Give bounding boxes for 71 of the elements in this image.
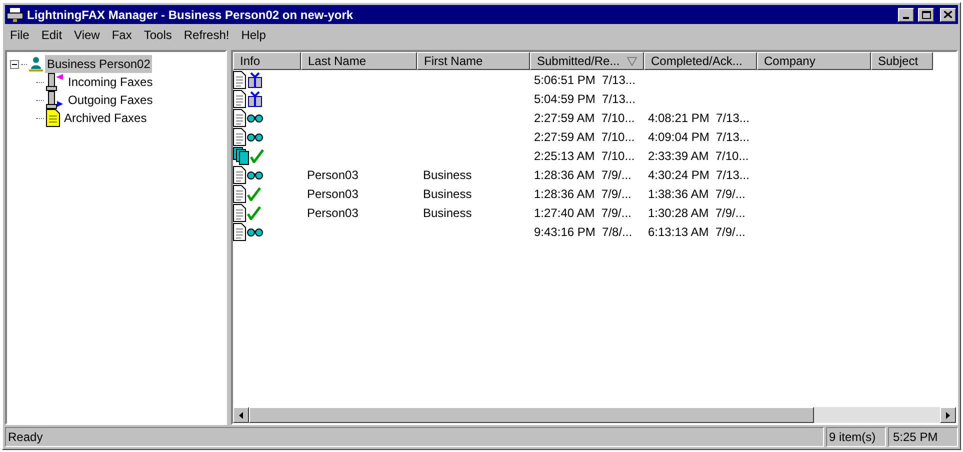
tree-item[interactable]: Outgoing Faxes [66, 91, 155, 109]
menu-item[interactable]: View [69, 26, 105, 44]
collapse-toggle[interactable] [10, 60, 19, 68]
menu-item[interactable]: Edit [36, 26, 68, 44]
column-header[interactable]: Subject [871, 52, 933, 70]
table-cell: Person03 [307, 168, 358, 182]
left-arrow-icon [239, 412, 243, 418]
table-cell: Business [423, 206, 472, 220]
tree-item[interactable]: Incoming Faxes [66, 73, 155, 91]
scroll-right-button[interactable] [940, 407, 956, 423]
glasses-icon [247, 170, 263, 180]
table-cell: Person03 [307, 206, 358, 220]
column-header[interactable]: Company [757, 52, 871, 70]
table-cell: 4:09:04 PM 7/13... [648, 130, 750, 144]
table-cell: Business [423, 168, 472, 182]
table-cell: 2:25:13 AM 7/10... [534, 148, 635, 162]
fax-outbox-icon [46, 91, 64, 109]
column-header[interactable]: Info [233, 52, 301, 70]
status-message: Ready [5, 427, 824, 447]
column-header[interactable]: Completed/Ack... [644, 52, 757, 70]
table-cell: Person03 [307, 186, 358, 200]
gift-icon [247, 72, 263, 88]
close-icon [944, 11, 952, 18]
scrollbar-thumb[interactable] [249, 407, 814, 423]
fax-inbox-icon [46, 73, 64, 91]
pages-icon [233, 146, 249, 164]
table-cell: 4:30:24 PM 7/13... [648, 168, 750, 182]
table-cell: 1:28:36 AM 7/9/... [534, 186, 632, 200]
menu-item[interactable]: Fax [106, 26, 137, 44]
glasses-icon [247, 112, 263, 122]
archive-document-icon [46, 109, 60, 127]
checkmark-icon [247, 206, 261, 220]
user-icon [29, 56, 43, 72]
table-cell: 1:28:36 AM 7/9/... [534, 168, 632, 182]
glasses-icon [247, 226, 263, 236]
column-header[interactable]: Submitted/Re... [530, 52, 644, 70]
table-cell: 1:38:36 AM 7/9/... [648, 186, 746, 200]
table-cell: 2:33:39 AM 7/10... [648, 148, 749, 162]
gift-icon [247, 90, 263, 106]
table-cell: 6:13:13 AM 7/9/... [648, 224, 746, 238]
minimize-button[interactable] [898, 8, 914, 22]
close-button[interactable] [940, 8, 956, 22]
table-cell: 1:27:40 AM 7/9/... [534, 206, 632, 220]
table-cell: 2:27:59 AM 7/10... [534, 110, 635, 124]
column-header[interactable]: Last Name [301, 52, 417, 70]
menu-item[interactable]: Help [236, 26, 271, 44]
tree-item[interactable]: Business Person02 [45, 55, 152, 73]
item-count: 9 item(s) [826, 427, 886, 447]
table-cell: 5:06:51 PM 7/13... [534, 72, 636, 86]
menu-item[interactable]: Tools [138, 26, 177, 44]
menu-item[interactable]: File [5, 26, 34, 44]
table-cell: 1:30:28 AM 7/9/... [648, 206, 746, 220]
glasses-icon [247, 132, 263, 142]
window-title: LightningFAX Manager - Business Person02 on new-york [27, 6, 354, 24]
horizontal-scrollbar[interactable] [233, 407, 956, 423]
fax-machine-icon [7, 8, 23, 22]
table-cell: 4:08:21 PM 7/13... [648, 110, 750, 124]
maximize-button[interactable] [918, 8, 934, 22]
tree-item[interactable]: Archived Faxes [62, 109, 149, 127]
table-cell: Business [423, 186, 472, 200]
table-cell: 5:04:59 PM 7/13... [534, 92, 636, 106]
column-header[interactable]: First Name [417, 52, 530, 70]
checkmark-icon [250, 148, 264, 162]
status-time: 5:25 PM [888, 427, 958, 447]
menu-item[interactable]: Refresh! [178, 26, 234, 44]
table-cell: 9:43:16 PM 7/8/... [534, 224, 632, 238]
checkmark-icon [247, 186, 261, 200]
scroll-left-button[interactable] [233, 407, 249, 423]
table-cell: 2:27:59 AM 7/10... [534, 130, 635, 144]
sort-arrow-icon [627, 56, 637, 66]
right-arrow-icon [946, 412, 950, 418]
